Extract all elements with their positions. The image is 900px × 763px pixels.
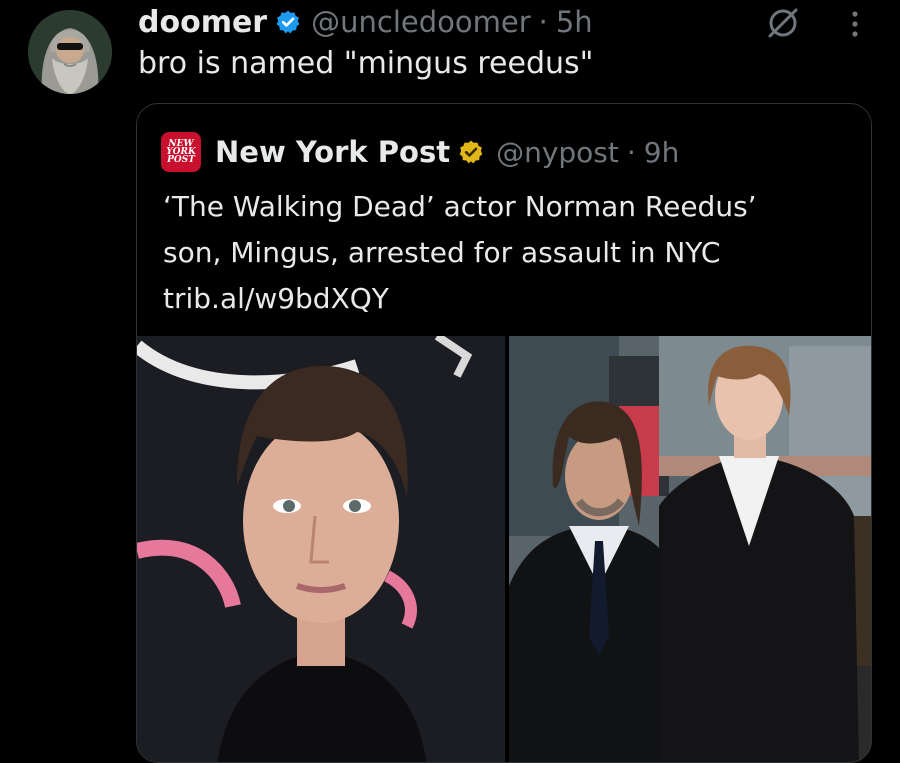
avatar[interactable] bbox=[28, 10, 112, 94]
display-name[interactable]: doomer bbox=[138, 5, 267, 40]
quoted-tweet[interactable]: NEW YORK POST New York Post @nypost · 9h… bbox=[136, 103, 872, 763]
quoted-text-line: son, Mingus, arrested for assault in NYC bbox=[163, 236, 721, 269]
media-grid bbox=[137, 336, 871, 762]
tweet-header: doomer @uncledoomer · 5h bbox=[138, 2, 593, 42]
quoted-tweet-text: ‘The Walking Dead’ actor Norman Reedus’ … bbox=[163, 184, 853, 322]
nypost-logo-avatar[interactable]: NEW YORK POST bbox=[161, 132, 201, 172]
timestamp[interactable]: 5h bbox=[556, 5, 593, 39]
logo-line: POST bbox=[167, 155, 195, 165]
separator: · bbox=[538, 5, 548, 39]
quoted-timestamp[interactable]: 9h bbox=[644, 136, 680, 169]
quoted-tweet-header: NEW YORK POST New York Post @nypost · 9h bbox=[161, 130, 679, 174]
bearded-man-avatar-icon bbox=[28, 10, 112, 94]
portrait-photo[interactable] bbox=[137, 336, 505, 762]
quoted-text-line: ‘The Walking Dead’ actor Norman Reedus’ bbox=[163, 190, 757, 223]
handle[interactable]: @uncledoomer bbox=[311, 5, 531, 39]
two-men-photo[interactable] bbox=[509, 336, 871, 762]
verified-gold-badge-icon[interactable] bbox=[458, 139, 484, 165]
tweet-text: bro is named "mingus reedus" bbox=[138, 46, 594, 81]
grok-icon[interactable] bbox=[766, 6, 800, 40]
quoted-link[interactable]: trib.al/w9bdXQY bbox=[163, 276, 853, 322]
quoted-handle[interactable]: @nypost bbox=[496, 136, 619, 169]
quoted-display-name[interactable]: New York Post bbox=[215, 135, 450, 169]
separator: · bbox=[626, 135, 636, 169]
more-vertical-icon[interactable] bbox=[846, 8, 864, 40]
verified-badge-icon[interactable] bbox=[275, 9, 301, 35]
